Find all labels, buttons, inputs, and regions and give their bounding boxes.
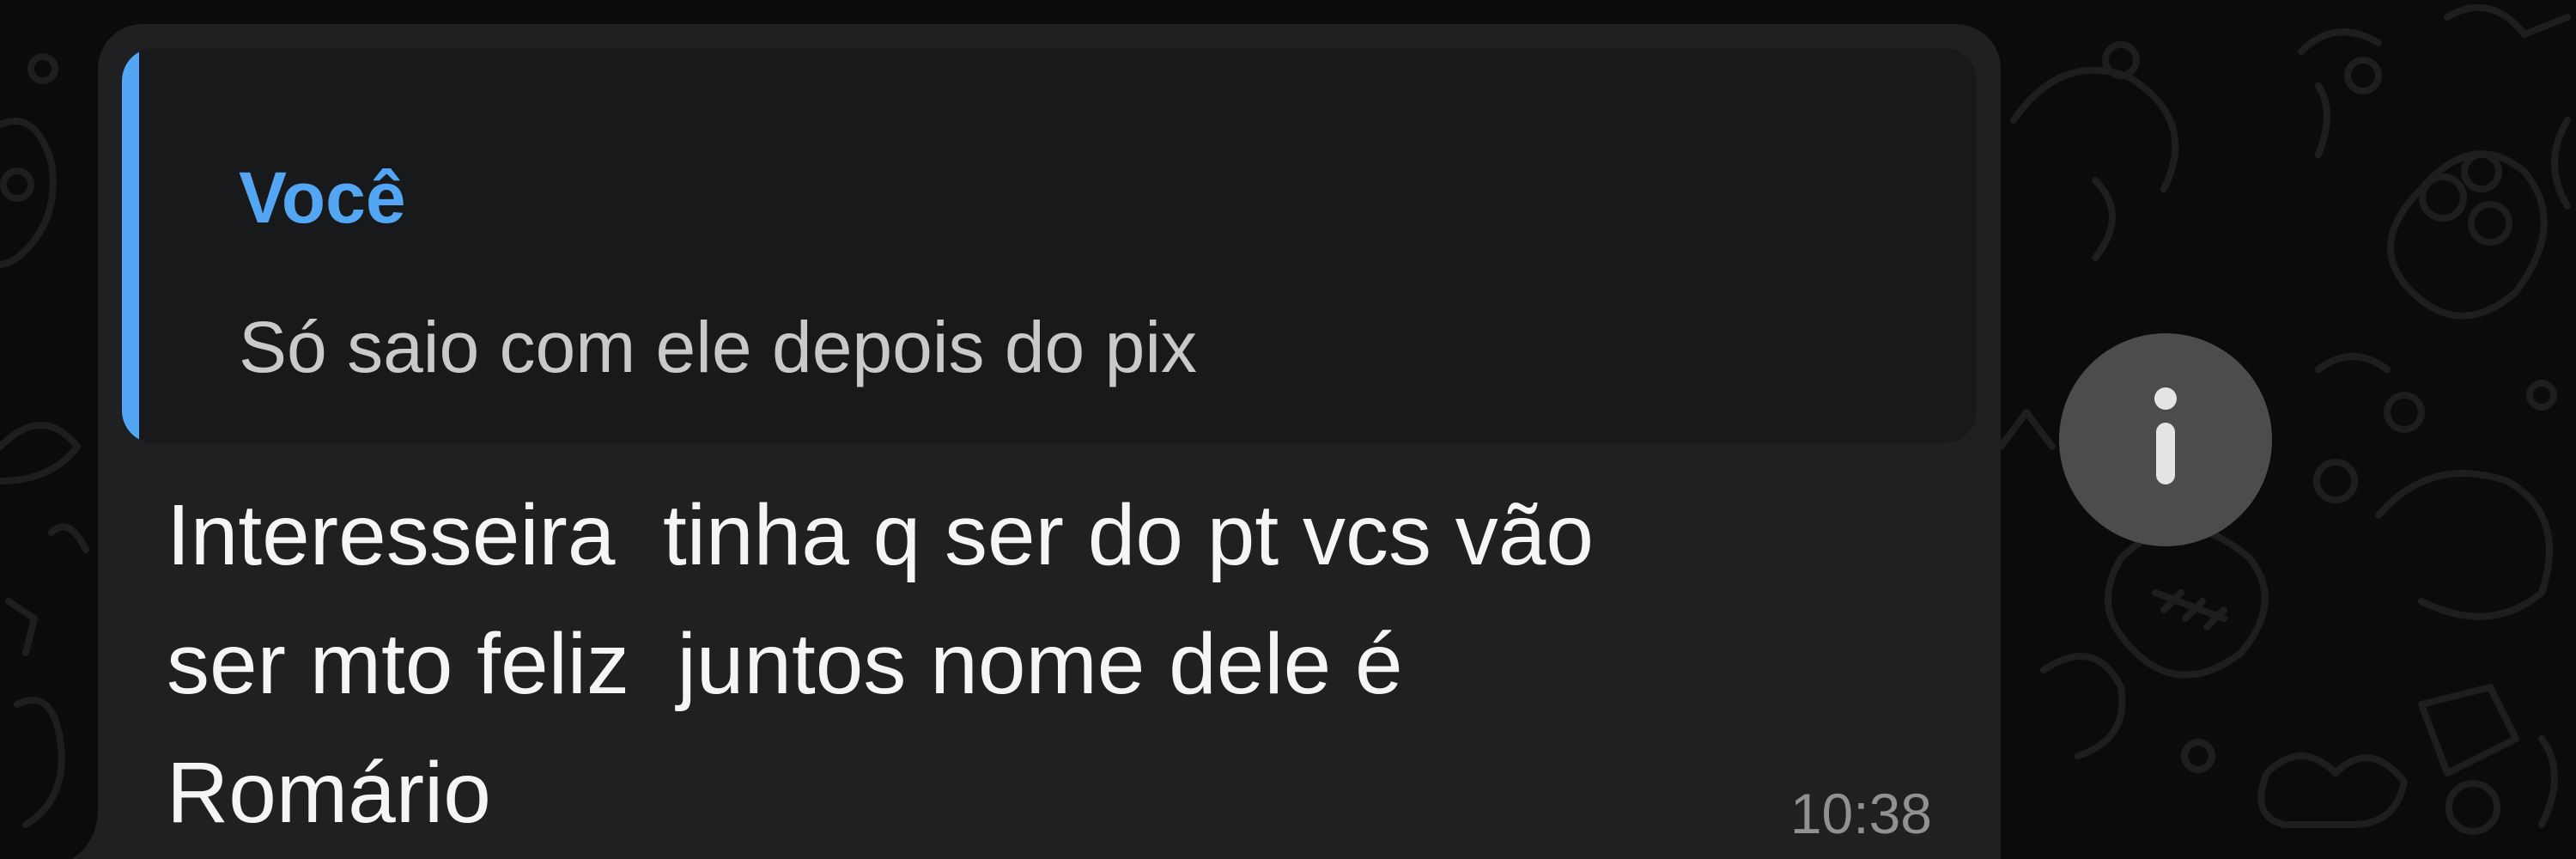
quote-accent-bar xyxy=(122,48,139,443)
quote-author: Você xyxy=(239,157,406,238)
message-bubble[interactable]: Você Só saio com ele depois do pix Inter… xyxy=(98,24,2001,859)
bubble-tail xyxy=(72,807,124,859)
info-icon xyxy=(2154,387,2177,484)
quote-text: Só saio com ele depois do pix xyxy=(239,307,1197,387)
reply-quote[interactable]: Você Só saio com ele depois do pix xyxy=(122,48,1977,443)
info-button[interactable] xyxy=(2059,333,2272,546)
message-timestamp: 10:38 xyxy=(1789,782,1932,845)
message-text: Interesseira tinha q ser do pt vcs vão s… xyxy=(167,487,1594,841)
